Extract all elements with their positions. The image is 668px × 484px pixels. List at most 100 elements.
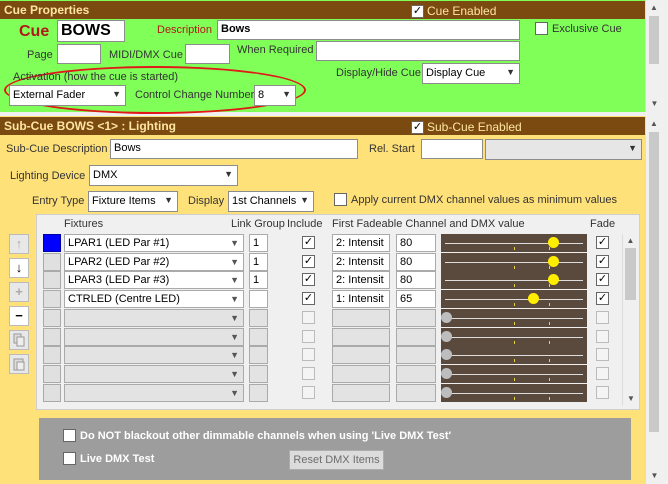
- row-selector[interactable]: [43, 328, 61, 346]
- fixture-select[interactable]: ▼: [64, 309, 244, 327]
- link-group-input[interactable]: 1: [249, 234, 268, 252]
- dmx-slider[interactable]: [441, 234, 587, 252]
- lighting-device-select[interactable]: DMX ▼: [89, 165, 238, 186]
- row-selector[interactable]: [43, 290, 61, 308]
- channel-select[interactable]: 1: Intensit: [332, 290, 390, 308]
- link-group-input[interactable]: 1: [249, 253, 268, 271]
- fade-checkbox[interactable]: ✓: [596, 292, 609, 305]
- slider-knob[interactable]: [548, 237, 559, 248]
- link-group-input[interactable]: [249, 365, 268, 383]
- row-selector[interactable]: [43, 271, 61, 289]
- exclusive-cue-check[interactable]: [535, 22, 548, 35]
- include-checkbox[interactable]: [302, 330, 315, 343]
- slider-knob[interactable]: [528, 293, 539, 304]
- cc-number-select[interactable]: 8 ▼: [254, 85, 296, 106]
- sub-panel-scrollbar[interactable]: ▲ ▼: [645, 116, 662, 484]
- scroll-up-icon[interactable]: ▲: [646, 0, 662, 16]
- page-input[interactable]: [57, 44, 101, 64]
- link-group-input[interactable]: [249, 346, 268, 364]
- dmx-slider[interactable]: [441, 328, 587, 346]
- channel-select[interactable]: [332, 328, 390, 346]
- include-checkbox[interactable]: ✓: [302, 292, 315, 305]
- channel-select[interactable]: 2: Intensit: [332, 234, 390, 252]
- row-selector[interactable]: [43, 384, 61, 402]
- move-up-button[interactable]: ↑: [9, 234, 29, 254]
- link-group-input[interactable]: 1: [249, 271, 268, 289]
- dmx-value-input[interactable]: [396, 328, 436, 346]
- scroll-up-icon[interactable]: ▲: [646, 116, 662, 132]
- fixture-select[interactable]: CTRLED (Centre LED) ▼: [64, 290, 244, 308]
- slider-knob[interactable]: [548, 274, 559, 285]
- dmx-slider[interactable]: [441, 271, 587, 289]
- row-selector[interactable]: [43, 309, 61, 327]
- move-down-button[interactable]: ↓: [9, 258, 29, 278]
- cue-enabled-checkbox[interactable]: ✓ Cue Enabled: [411, 4, 496, 18]
- row-selector[interactable]: [43, 234, 61, 252]
- include-checkbox[interactable]: [302, 311, 315, 324]
- channel-select[interactable]: [332, 309, 390, 327]
- sub-cue-enabled-check[interactable]: ✓: [411, 120, 424, 134]
- fade-checkbox[interactable]: [596, 348, 609, 361]
- channel-select[interactable]: [332, 384, 390, 402]
- row-selector[interactable]: [43, 346, 61, 364]
- sub-cue-desc-input[interactable]: Bows: [110, 139, 358, 159]
- fixture-select[interactable]: LPAR1 (LED Par #1) ▼: [64, 234, 244, 252]
- dmx-value-input[interactable]: [396, 365, 436, 383]
- fade-checkbox[interactable]: [596, 311, 609, 324]
- slider-knob[interactable]: [441, 349, 452, 360]
- scroll-down-icon[interactable]: ▼: [646, 468, 663, 484]
- cue-name-input[interactable]: BOWS: [57, 20, 125, 42]
- include-checkbox[interactable]: ✓: [302, 255, 315, 268]
- fixture-select[interactable]: LPAR3 (LED Par #3) ▼: [64, 271, 244, 289]
- paste-button[interactable]: [9, 354, 29, 374]
- dmx-value-input[interactable]: 80: [396, 271, 436, 289]
- fade-checkbox[interactable]: ✓: [596, 273, 609, 286]
- include-checkbox[interactable]: ✓: [302, 236, 315, 249]
- dmx-slider[interactable]: [441, 309, 587, 327]
- live-dmx-test-checkbox[interactable]: Live DMX Test: [63, 452, 154, 465]
- dmx-value-input[interactable]: 80: [396, 253, 436, 271]
- fixture-select[interactable]: LPAR2 (LED Par #2) ▼: [64, 253, 244, 271]
- fixture-select[interactable]: ▼: [64, 346, 244, 364]
- include-checkbox[interactable]: [302, 348, 315, 361]
- row-selector[interactable]: [43, 253, 61, 271]
- scroll-down-icon[interactable]: ▼: [623, 392, 639, 406]
- scroll-down-icon[interactable]: ▼: [646, 96, 663, 112]
- slider-knob[interactable]: [441, 387, 452, 398]
- include-checkbox[interactable]: [302, 367, 315, 380]
- channel-select[interactable]: [332, 346, 390, 364]
- fade-checkbox[interactable]: ✓: [596, 255, 609, 268]
- cue-enabled-check[interactable]: ✓: [411, 4, 424, 18]
- rel-start-unit-select[interactable]: ▼: [485, 139, 642, 160]
- dmx-slider[interactable]: [441, 290, 587, 308]
- link-group-input[interactable]: [249, 384, 268, 402]
- include-checkbox[interactable]: [302, 386, 315, 399]
- dmx-value-input[interactable]: 80: [396, 234, 436, 252]
- apply-dmx-check[interactable]: [334, 193, 347, 206]
- scroll-thumb[interactable]: [649, 16, 659, 64]
- apply-dmx-checkbox[interactable]: Apply current DMX channel values as mini…: [334, 193, 617, 206]
- midi-dmx-input[interactable]: [185, 44, 230, 64]
- dmx-slider[interactable]: [441, 346, 587, 364]
- include-checkbox[interactable]: ✓: [302, 273, 315, 286]
- dmx-slider[interactable]: [441, 253, 587, 271]
- no-blackout-check[interactable]: [63, 429, 76, 442]
- scroll-thumb[interactable]: [625, 248, 636, 300]
- slider-knob[interactable]: [548, 256, 559, 267]
- link-group-input[interactable]: [249, 309, 268, 327]
- display-select[interactable]: 1st Channels ▼: [228, 191, 314, 212]
- link-group-input[interactable]: [249, 290, 268, 308]
- grid-scrollbar[interactable]: ▲ ▼: [622, 234, 638, 406]
- fade-checkbox[interactable]: [596, 386, 609, 399]
- dmx-slider[interactable]: [441, 384, 587, 402]
- slider-knob[interactable]: [441, 331, 452, 342]
- delete-row-button[interactable]: −: [9, 306, 29, 326]
- exclusive-cue-checkbox[interactable]: Exclusive Cue: [535, 22, 622, 35]
- display-hide-select[interactable]: Display Cue ▼: [422, 63, 520, 84]
- channel-select[interactable]: 2: Intensit: [332, 253, 390, 271]
- description-input[interactable]: Bows: [217, 20, 520, 40]
- copy-button[interactable]: [9, 330, 29, 350]
- fade-checkbox[interactable]: [596, 330, 609, 343]
- reset-dmx-items-button[interactable]: Reset DMX Items: [289, 450, 384, 470]
- insert-row-button[interactable]: +: [9, 282, 29, 302]
